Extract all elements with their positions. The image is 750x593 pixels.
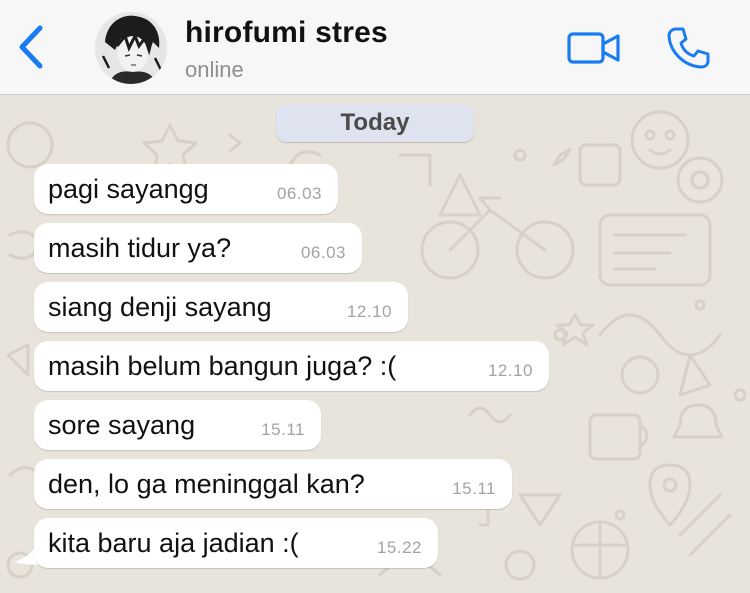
message-bubble[interactable]: kita baru aja jadian :( 15.22 — [34, 518, 438, 568]
video-call-button[interactable] — [566, 28, 622, 68]
message-text: siang denji sayang — [48, 292, 272, 322]
chevron-left-icon — [19, 25, 43, 69]
message-text: masih tidur ya? — [48, 233, 232, 263]
message-time: 12.10 — [346, 302, 392, 321]
message-bubble[interactable]: sore sayang 15.11 — [34, 400, 321, 450]
message-bubble[interactable]: masih tidur ya? 06.03 — [34, 223, 362, 273]
date-separator: Today — [276, 104, 474, 142]
message-text: sore sayang — [48, 410, 196, 440]
voice-call-button[interactable] — [664, 24, 712, 72]
contact-name[interactable]: hirofumi stres — [185, 16, 388, 50]
message-time: 15.11 — [452, 479, 496, 498]
message-text: den, lo ga meninggal kan? — [48, 469, 365, 499]
message-bubble[interactable]: siang denji sayang 12.10 — [34, 282, 408, 332]
message-time: 15.11 — [261, 420, 305, 439]
message-bubble[interactable]: masih belum bangun juga? :( 12.10 — [34, 341, 549, 391]
avatar-image — [95, 12, 167, 84]
message-text: pagi sayangg — [48, 174, 209, 204]
back-button[interactable] — [12, 22, 52, 72]
contact-status: online — [185, 57, 244, 82]
message-text: masih belum bangun juga? :( — [48, 351, 397, 381]
video-camera-icon — [567, 32, 620, 64]
chat-header: hirofumi stres online — [0, 0, 750, 95]
message-time: 12.10 — [487, 361, 533, 380]
message-time: 15.22 — [376, 538, 422, 557]
contact-avatar[interactable] — [95, 12, 167, 84]
message-bubble[interactable]: pagi sayangg 06.03 — [34, 164, 338, 214]
phone-icon — [667, 27, 710, 69]
message-time: 06.03 — [276, 184, 322, 203]
chat-area[interactable]: Today pagi sayangg 06.03 masih tidur ya?… — [0, 95, 750, 593]
message-text: kita baru aja jadian :( — [48, 528, 299, 558]
message-time: 06.03 — [300, 243, 346, 262]
message-bubble[interactable]: den, lo ga meninggal kan? 15.11 — [34, 459, 512, 509]
